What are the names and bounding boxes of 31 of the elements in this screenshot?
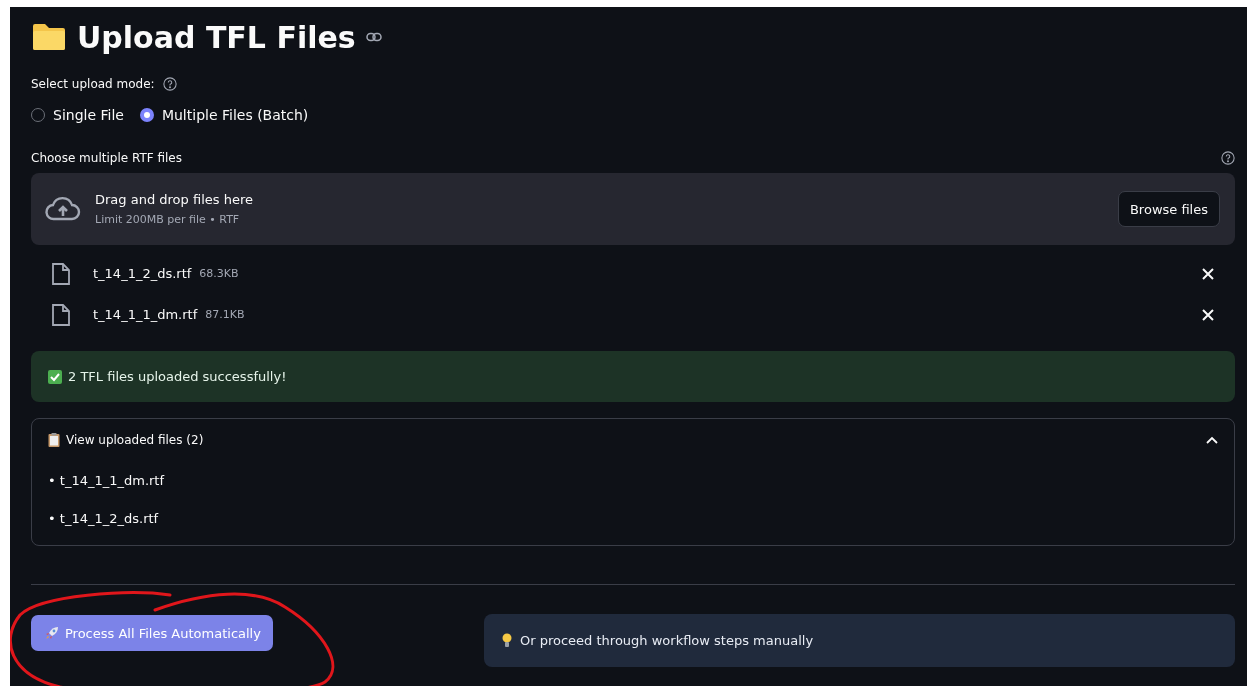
link-icon[interactable] [365,32,382,42]
rocket-icon [45,626,59,640]
radio-option[interactable]: Multiple Files (Batch) [139,107,309,123]
info-message: Or proceed through workflow steps manually [520,633,814,648]
page-title: Upload TFL Files [77,19,356,55]
clipboard-icon [48,433,60,447]
file-size: 68.3KB [199,267,239,280]
expander-title: View uploaded files (2) [66,433,204,447]
help-icon[interactable] [162,77,177,91]
field-label: Select upload mode: [31,77,155,91]
lightbulb-icon [502,633,512,648]
expander-header[interactable]: View uploaded files (2) [48,419,1218,461]
help-icon[interactable] [1221,151,1235,165]
browse-files-button[interactable]: Browse files [1117,191,1220,227]
file-size: 87.1KB [205,308,245,321]
folder-icon [31,22,67,52]
list-item: • t_14_1_2_ds.rtf [48,509,160,528]
list-item: • t_14_1_1_dm.rtf [48,471,166,490]
file-icon [51,302,71,327]
cloud-upload-icon [45,196,81,222]
radio-button[interactable] [139,108,154,122]
file-icon [51,261,71,286]
radio-option[interactable]: Single File [31,107,124,123]
upload-limit-text: Limit 200MB per file • RTF [95,213,241,226]
check-icon [48,369,62,384]
file-name: t_14_1_2_ds.rtf [93,266,192,281]
success-message: 2 TFL files uploaded successfully! [68,369,287,384]
file-name: t_14_1_1_dm.rtf [93,307,198,322]
field-label: Choose multiple RTF files [31,151,182,165]
dropzone-text: Drag and drop files here [95,192,254,207]
file-dropzone[interactable]: Drag and drop files here Limit 200MB per file • RTF Browse files [31,173,1235,245]
